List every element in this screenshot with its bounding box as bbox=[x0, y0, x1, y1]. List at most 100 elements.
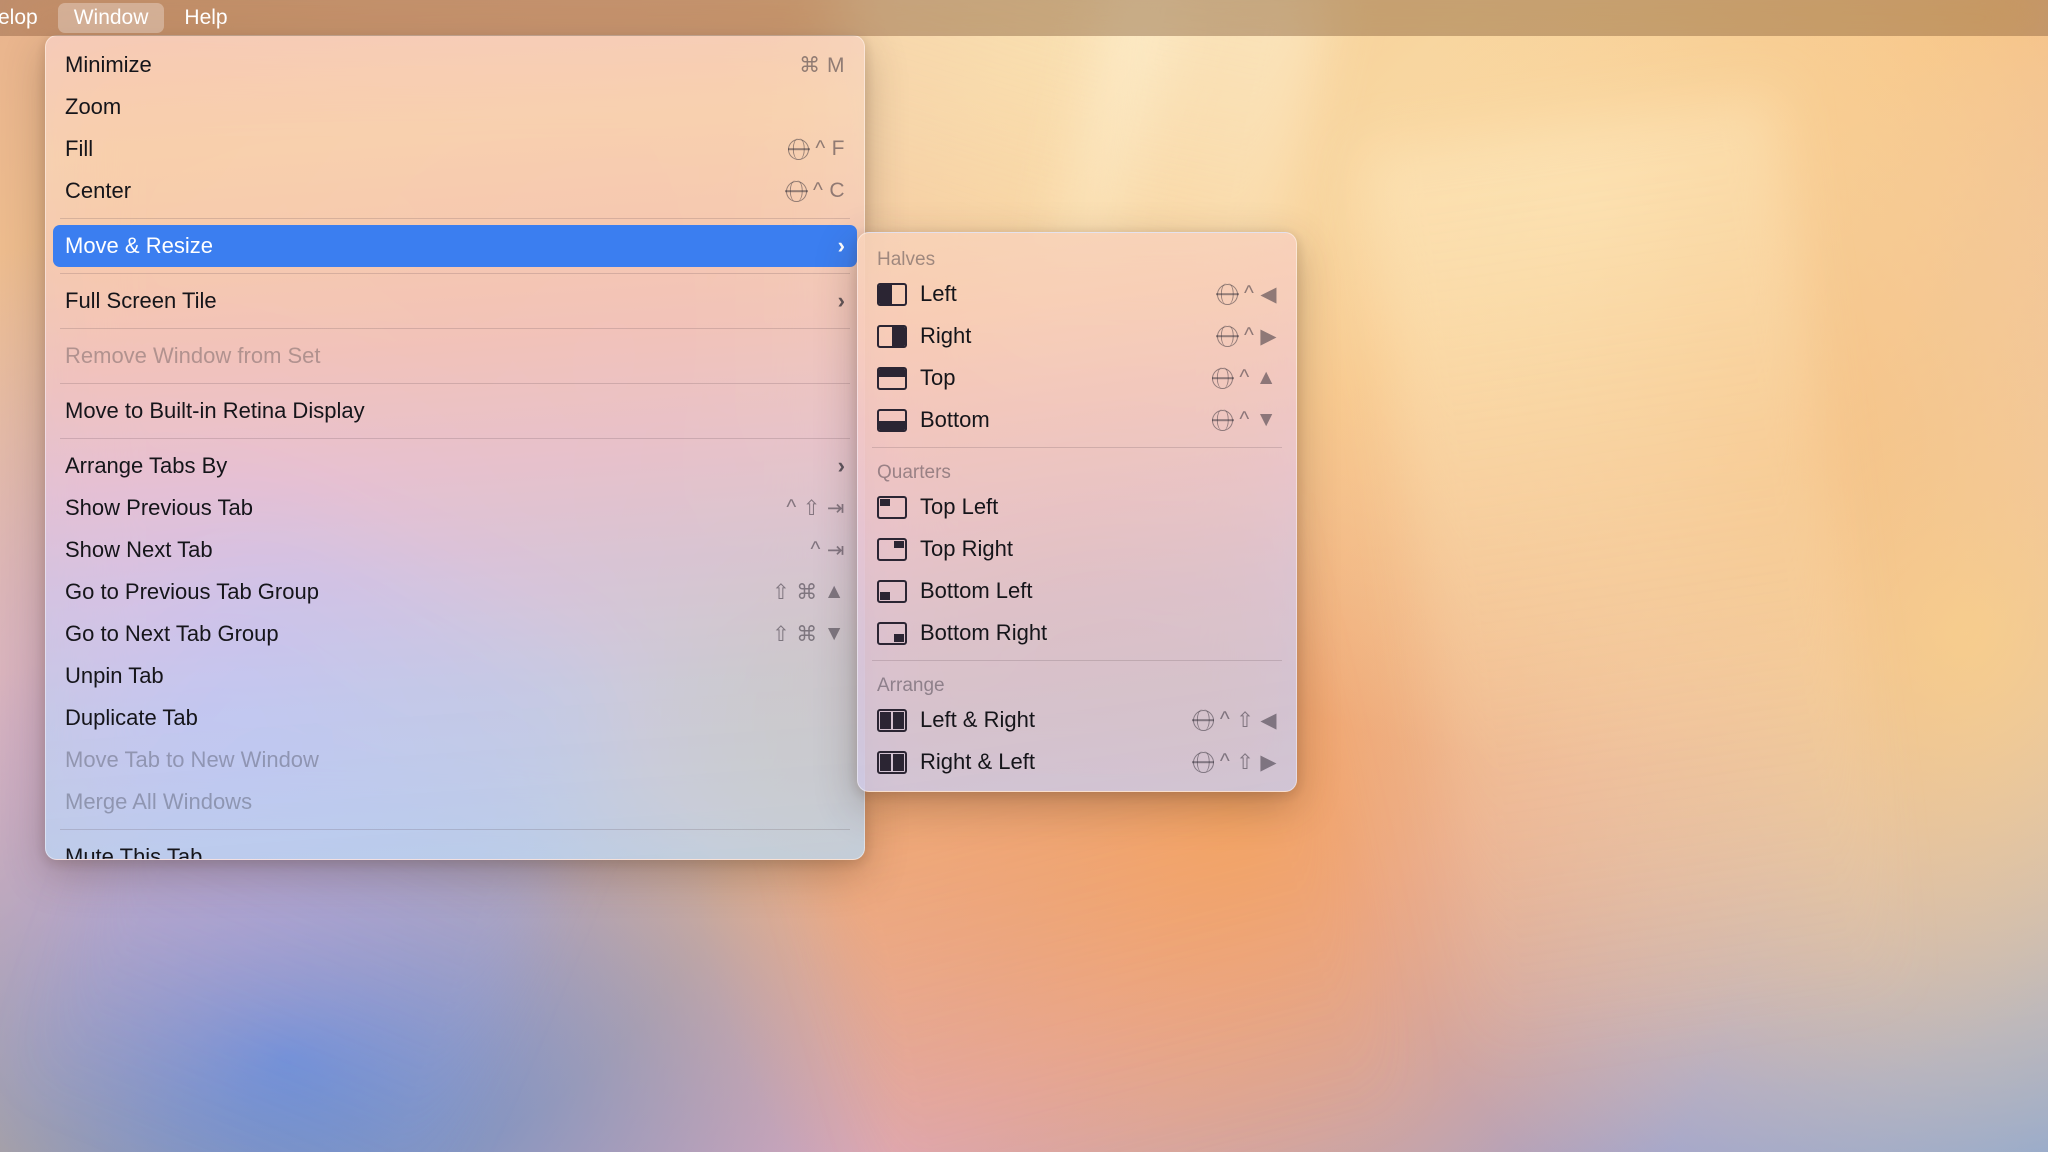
control-key-glyph: ^ bbox=[812, 179, 824, 202]
submenu-item-right-and-left[interactable]: Right & Left ^ ⇧ ▶ bbox=[865, 741, 1289, 783]
submenu-item-top-left[interactable]: Top Left bbox=[865, 486, 1289, 528]
submenu-item-top-and-bottom[interactable]: Top & Bottom ^ ⇧ ▲ bbox=[865, 783, 1289, 793]
submenu-item-label: Bottom bbox=[920, 407, 990, 432]
half-bottom-icon bbox=[877, 408, 907, 432]
shortcut-bottom: ^ ▼ bbox=[1212, 408, 1277, 432]
menu-item-label: Move to Built-in Retina Display bbox=[65, 398, 365, 423]
menu-item-unpin-tab[interactable]: Unpin Tab bbox=[53, 655, 857, 697]
shortcut-fill: ^ F bbox=[788, 137, 845, 161]
chevron-right-icon: › bbox=[837, 233, 845, 258]
tab-key-glyph: ⇥ bbox=[826, 538, 845, 562]
command-key-glyph: ⌘ bbox=[796, 622, 818, 646]
menu-item-move-and-resize[interactable]: Move & Resize › bbox=[53, 225, 857, 267]
menu-item-label: Remove Window from Set bbox=[65, 343, 321, 368]
control-key-glyph: ^ bbox=[1219, 708, 1231, 731]
shift-key-glyph: ⇧ bbox=[1232, 792, 1250, 793]
menu-item-label: Move Tab to New Window bbox=[65, 747, 319, 772]
submenu-item-bottom-right[interactable]: Bottom Right bbox=[865, 612, 1289, 654]
submenu-item-bottom-left[interactable]: Bottom Left bbox=[865, 570, 1289, 612]
submenu-item-label: Top Right bbox=[920, 536, 1013, 561]
menu-separator bbox=[872, 447, 1282, 448]
menubar-item-help[interactable]: Help bbox=[168, 3, 243, 33]
menu-separator bbox=[872, 660, 1282, 661]
submenu-item-label: Left bbox=[920, 281, 957, 306]
menu-item-duplicate-tab[interactable]: Duplicate Tab bbox=[53, 697, 857, 739]
menu-item-mute-this-tab[interactable]: Mute This Tab bbox=[53, 836, 857, 859]
submenu-item-bottom[interactable]: Bottom ^ ▼ bbox=[865, 399, 1289, 441]
submenu-item-label: Right & Left bbox=[920, 749, 1035, 774]
arrow-up-key-glyph: ▲ bbox=[1255, 366, 1277, 389]
menu-item-go-to-previous-tab-group[interactable]: Go to Previous Tab Group ⇧ ⌘ ▲ bbox=[53, 571, 857, 613]
letter-key-glyph: F bbox=[831, 137, 845, 160]
menu-item-label: Show Next Tab bbox=[65, 537, 213, 562]
menu-separator bbox=[60, 273, 850, 274]
menu-item-arrange-tabs-by[interactable]: Arrange Tabs By › bbox=[53, 445, 857, 487]
control-key-glyph: ^ bbox=[1239, 408, 1250, 431]
arrow-left-key-glyph: ◀ bbox=[1260, 282, 1277, 306]
shortcut-show-next-tab: ^ ⇥ bbox=[811, 538, 845, 563]
menu-item-fill[interactable]: Fill ^ F bbox=[53, 128, 857, 170]
shift-key-glyph: ⇧ bbox=[772, 580, 791, 604]
letter-key-glyph: C bbox=[829, 179, 845, 202]
submenu-item-left[interactable]: Left ^ ◀ bbox=[865, 273, 1289, 315]
arrow-down-key-glyph: ▼ bbox=[1255, 408, 1277, 431]
chevron-right-icon: › bbox=[837, 288, 845, 313]
command-key-glyph: ⌘ bbox=[796, 580, 818, 604]
menu-item-show-next-tab[interactable]: Show Next Tab ^ ⇥ bbox=[53, 529, 857, 571]
menu-item-move-to-builtin-retina-display[interactable]: Move to Built-in Retina Display bbox=[53, 390, 857, 432]
menu-item-move-tab-to-new-window: Move Tab to New Window bbox=[53, 739, 857, 781]
globe-fn-icon bbox=[1216, 283, 1238, 305]
shift-key-glyph: ⇧ bbox=[1236, 750, 1255, 774]
shortcut-go-to-previous-tab-group: ⇧ ⌘ ▲ bbox=[772, 580, 845, 605]
arrow-right-key-glyph: ▶ bbox=[1260, 324, 1277, 348]
submenu-item-top-right[interactable]: Top Right bbox=[865, 528, 1289, 570]
shortcut-top-and-bottom: ^ ⇧ ▲ bbox=[1188, 792, 1277, 793]
menu-item-show-previous-tab[interactable]: Show Previous Tab ^ ⇧ ⇥ bbox=[53, 487, 857, 529]
shortcut-right-and-left: ^ ⇧ ▶ bbox=[1192, 750, 1277, 775]
globe-fn-icon bbox=[1216, 325, 1238, 347]
submenu-item-right[interactable]: Right ^ ▶ bbox=[865, 315, 1289, 357]
quarter-top-right-icon bbox=[877, 537, 907, 561]
menu-item-label: Move & Resize bbox=[65, 233, 213, 258]
shortcut-show-previous-tab: ^ ⇧ ⇥ bbox=[786, 496, 845, 521]
globe-fn-icon bbox=[785, 180, 807, 202]
submenu-item-label: Left & Right bbox=[920, 707, 1035, 732]
control-key-glyph: ^ bbox=[1239, 366, 1250, 389]
control-key-glyph: ^ bbox=[810, 538, 821, 561]
menu-separator bbox=[60, 829, 850, 830]
section-header-halves: Halves bbox=[877, 249, 936, 270]
menubar-item-develop[interactable]: elop bbox=[0, 3, 54, 33]
chevron-right-icon: › bbox=[837, 453, 845, 478]
menu-item-full-screen-tile[interactable]: Full Screen Tile › bbox=[53, 280, 857, 322]
submenu-item-label: Top Left bbox=[920, 494, 999, 519]
shortcut-center: ^ C bbox=[785, 179, 845, 203]
menu-item-label: Center bbox=[65, 178, 132, 203]
arrow-left-key-glyph: ◀ bbox=[1260, 708, 1277, 732]
menu-item-go-to-next-tab-group[interactable]: Go to Next Tab Group ⇧ ⌘ ▼ bbox=[53, 613, 857, 655]
submenu-item-top[interactable]: Top ^ ▲ bbox=[865, 357, 1289, 399]
shortcut-left: ^ ◀ bbox=[1216, 282, 1277, 307]
menu-item-center[interactable]: Center ^ C bbox=[53, 170, 857, 212]
menu-item-label: Zoom bbox=[65, 94, 122, 119]
submenu-item-label: Bottom Left bbox=[920, 578, 1033, 603]
menu-item-remove-window-from-set: Remove Window from Set bbox=[53, 335, 857, 377]
quarter-top-left-icon bbox=[877, 495, 907, 519]
submenu-item-label: Top bbox=[920, 365, 956, 390]
menu-separator bbox=[60, 218, 850, 219]
control-key-glyph: ^ bbox=[1219, 750, 1231, 773]
menu-item-zoom[interactable]: Zoom bbox=[53, 86, 857, 128]
menu-item-minimize[interactable]: Minimize ⌘ M bbox=[53, 44, 857, 86]
submenu-item-label: Top & Bottom bbox=[920, 791, 1052, 792]
menu-item-label: Unpin Tab bbox=[65, 663, 164, 688]
menu-item-label: Merge All Windows bbox=[65, 789, 253, 814]
submenu-item-left-and-right[interactable]: Left & Right ^ ⇧ ◀ bbox=[865, 699, 1289, 741]
menubar-item-window[interactable]: Window bbox=[57, 3, 165, 33]
globe-fn-icon bbox=[1192, 709, 1214, 731]
globe-fn-icon bbox=[1212, 409, 1234, 431]
menu-item-label: Full Screen Tile bbox=[65, 288, 217, 313]
submenu-item-label: Bottom Right bbox=[920, 620, 1048, 645]
arrow-right-key-glyph: ▶ bbox=[1260, 750, 1277, 774]
half-right-icon bbox=[877, 324, 907, 348]
shortcut-left-and-right: ^ ⇧ ◀ bbox=[1192, 708, 1277, 733]
menu-item-label: Go to Previous Tab Group bbox=[65, 579, 319, 604]
